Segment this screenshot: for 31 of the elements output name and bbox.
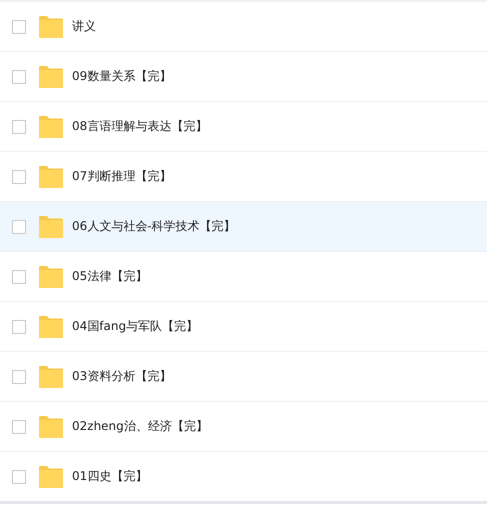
file-row[interactable]: 06人文与社会-科学技术【完】 <box>0 202 487 252</box>
checkbox[interactable] <box>12 270 26 284</box>
folder-icon <box>39 216 63 238</box>
folder-name[interactable]: 05法律【完】 <box>72 268 148 285</box>
checkbox[interactable] <box>12 170 26 184</box>
checkbox[interactable] <box>12 220 26 234</box>
folder-icon <box>39 466 63 488</box>
checkbox[interactable] <box>12 370 26 384</box>
folder-icon <box>39 316 63 338</box>
folder-icon <box>39 366 63 388</box>
checkbox[interactable] <box>12 70 26 84</box>
folder-icon <box>39 166 63 188</box>
folder-name[interactable]: 08言语理解与表达【完】 <box>72 118 208 135</box>
folder-icon <box>39 116 63 138</box>
folder-icon <box>39 16 63 38</box>
folder-name[interactable]: 03资料分析【完】 <box>72 368 172 385</box>
checkbox[interactable] <box>12 470 26 484</box>
folder-icon <box>39 66 63 88</box>
folder-name[interactable]: 02zheng治、经济【完】 <box>72 418 208 435</box>
folder-name[interactable]: 讲义 <box>72 18 96 35</box>
checkbox[interactable] <box>12 420 26 434</box>
folder-name[interactable]: 09数量关系【完】 <box>72 68 172 85</box>
checkbox[interactable] <box>12 120 26 134</box>
folder-name[interactable]: 06人文与社会-科学技术【完】 <box>72 218 236 235</box>
folder-name[interactable]: 04国fang与军队【完】 <box>72 318 198 335</box>
checkbox[interactable] <box>12 20 26 34</box>
folder-name[interactable]: 07判断推理【完】 <box>72 168 172 185</box>
checkbox[interactable] <box>12 320 26 334</box>
folder-icon <box>39 416 63 438</box>
folder-name[interactable]: 01四史【完】 <box>72 468 148 485</box>
folder-icon <box>39 266 63 288</box>
